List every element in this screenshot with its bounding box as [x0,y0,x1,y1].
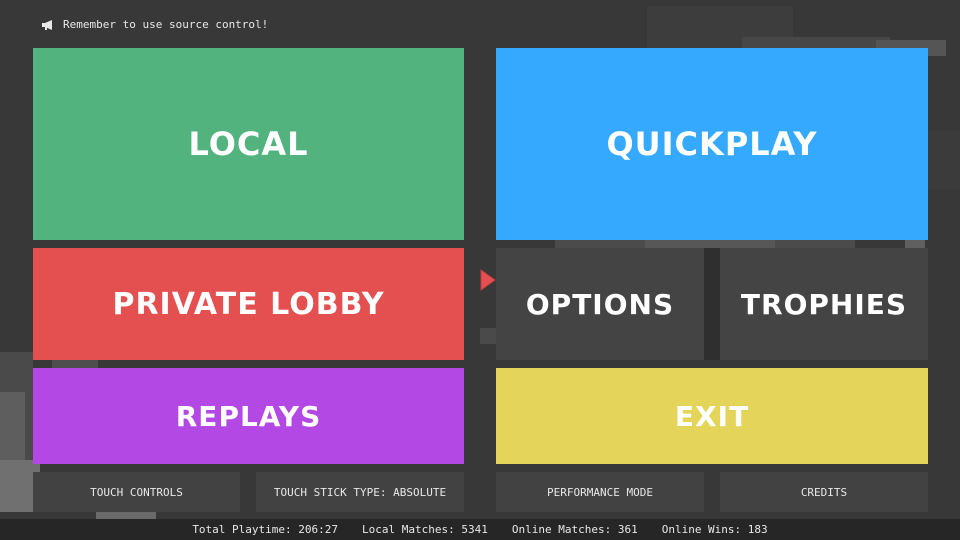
online-wins: Online Wins: 183 [661,523,768,536]
exit-button[interactable]: EXIT [496,368,928,464]
online-matches: Online Matches: 361 [511,523,638,536]
private-lobby-label: PRIVATE LOBBY [112,286,385,322]
quickplay-button[interactable]: QUICKPLAY [496,48,928,240]
performance-mode-button[interactable]: PERFORMANCE MODE [496,472,704,512]
touch-controls-label: TOUCH CONTROLS [90,485,183,499]
tip-text: Remember to use source control! [63,18,269,31]
options-label: OPTIONS [525,287,675,321]
credits-label: CREDITS [800,485,848,499]
local-button[interactable]: LOCAL [33,48,464,240]
touch-stick-type-label: TOUCH STICK TYPE: ABSOLUTE [273,485,447,499]
private-lobby-button[interactable]: PRIVATE LOBBY [33,248,464,360]
local-label: LOCAL [188,125,309,163]
triangle-pointer-icon [480,269,496,295]
megaphone-icon [42,15,54,34]
options-button[interactable]: OPTIONS [496,248,704,360]
background-block [704,248,720,360]
trophies-label: TROPHIES [740,287,908,321]
performance-mode-label: PERFORMANCE MODE [547,485,653,499]
total-playtime: Total Playtime: 206:27 [192,523,339,536]
stats-bar: Total Playtime: 206:27 Local Matches: 53… [0,519,960,540]
touch-controls-button[interactable]: TOUCH CONTROLS [33,472,240,512]
background-block [645,240,775,248]
tip-message: Remember to use source control! [42,15,268,34]
quickplay-label: QUICKPLAY [606,125,818,163]
background-block [905,240,925,248]
trophies-button[interactable]: TROPHIES [720,248,928,360]
exit-label: EXIT [674,399,750,433]
replays-button[interactable]: REPLAYS [33,368,464,464]
touch-stick-type-button[interactable]: TOUCH STICK TYPE: ABSOLUTE [256,472,464,512]
local-matches: Local Matches: 5341 [362,523,488,536]
credits-button[interactable]: CREDITS [720,472,928,512]
replays-label: REPLAYS [175,399,322,433]
